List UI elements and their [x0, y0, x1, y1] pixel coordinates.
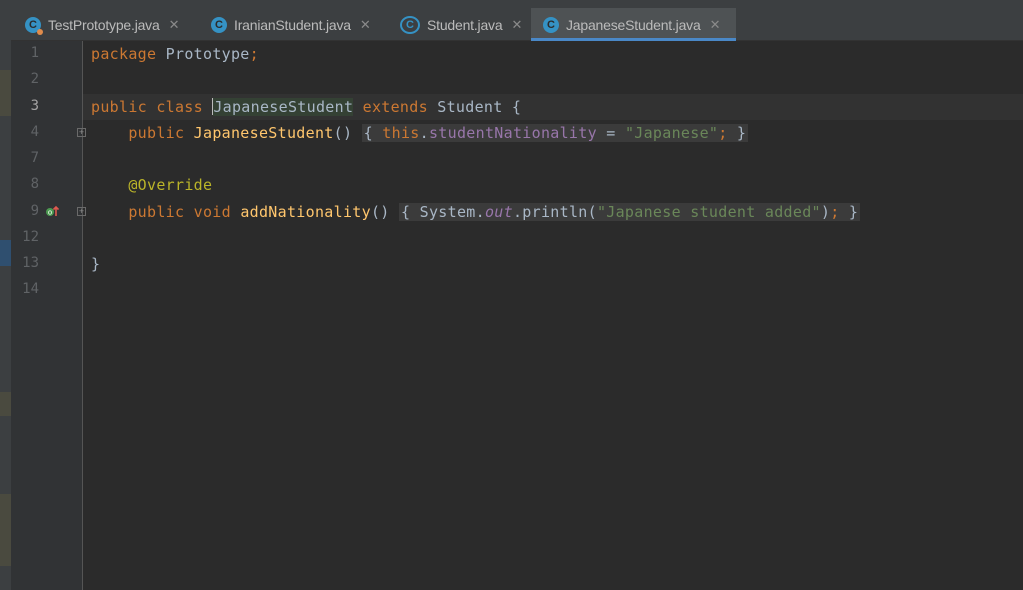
tab-label: Student.java — [427, 16, 503, 33]
class-icon: C — [25, 16, 43, 35]
close-icon[interactable]: ✕ — [511, 17, 522, 33]
line-number: 13 — [22, 255, 39, 271]
tab-student[interactable]: C Student.java ✕ — [388, 8, 533, 41]
tab-japanesestudent[interactable]: C JapaneseStudent.java ✕ — [531, 8, 736, 41]
line-number: 1 — [30, 45, 39, 61]
close-icon[interactable]: ✕ — [360, 17, 371, 33]
tab-label: TestPrototype.java — [48, 16, 160, 33]
folded-region[interactable]: { this.studentNationality = "Japanese"; … — [361, 124, 749, 142]
code-line-4: public JapaneseStudent() { this.studentN… — [128, 124, 749, 142]
line-number: 12 — [22, 229, 39, 245]
tab-label: IranianStudent.java — [234, 16, 351, 33]
line-number: 14 — [22, 281, 39, 297]
line-number: 7 — [30, 150, 39, 166]
code-line-3: public class JapaneseStudent extends Stu… — [91, 98, 522, 116]
project-panel-fragment — [0, 392, 11, 416]
editor-tab-bar: C TestPrototype.java ✕ C IranianStudent.… — [11, 0, 1023, 41]
code-line-8: @Override — [128, 176, 213, 194]
line-number: 9 — [30, 203, 39, 219]
code-editor[interactable]: package Prototype; public class Japanese… — [83, 41, 1023, 590]
code-line-13: } — [91, 255, 101, 273]
class-icon: C — [211, 16, 227, 33]
project-panel-fragment — [0, 70, 11, 116]
close-icon[interactable]: ✕ — [710, 17, 721, 33]
abstract-class-icon: C — [400, 15, 420, 34]
svg-text:o: o — [48, 209, 52, 217]
override-method-icon[interactable]: o — [45, 204, 60, 218]
line-number: 4 — [30, 124, 39, 140]
line-number: 2 — [30, 71, 39, 87]
project-panel-selection — [0, 240, 11, 266]
class-icon: C — [543, 16, 559, 33]
project-panel-fragment — [0, 494, 11, 566]
code-line-1: package Prototype; — [91, 45, 259, 63]
folded-region[interactable]: { System.out.println("Japanese student a… — [398, 203, 861, 221]
line-number-gutter: 1 2 3 4 + 7 8 9 o + 12 13 14 — [11, 41, 86, 590]
tab-label: JapaneseStudent.java — [566, 16, 701, 33]
main-run-marker-icon — [37, 28, 43, 35]
tab-iranianstudent[interactable]: C IranianStudent.java ✕ — [199, 8, 385, 41]
project-panel-edge — [0, 0, 11, 590]
code-line-9: public void addNationality() { System.ou… — [128, 203, 861, 221]
close-icon[interactable]: ✕ — [169, 17, 180, 33]
line-number-current: 3 — [30, 98, 39, 114]
line-number: 8 — [30, 176, 39, 192]
tab-testprototype[interactable]: C TestPrototype.java ✕ — [13, 8, 195, 41]
